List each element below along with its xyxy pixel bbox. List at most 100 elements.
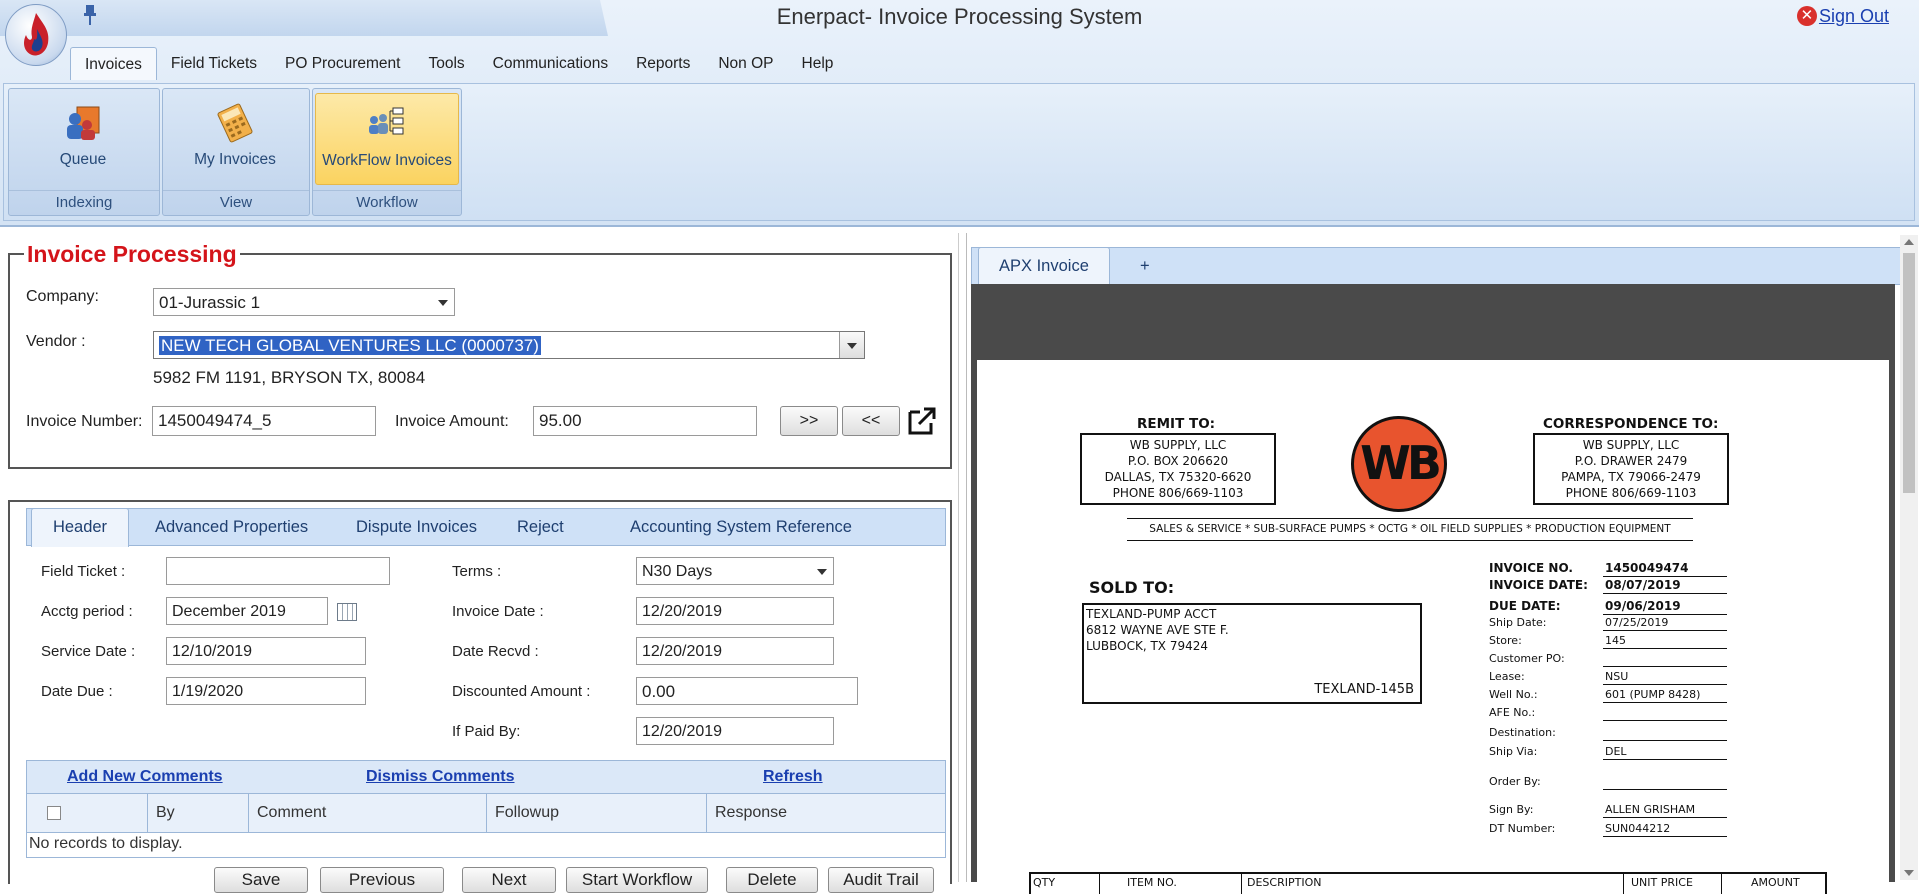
field-label: Ship Date:: [1489, 616, 1547, 629]
field-value: 07/25/2019: [1605, 616, 1669, 629]
menu-invoices[interactable]: Invoices: [70, 47, 157, 80]
company-select[interactable]: 01-Jurassic 1: [153, 288, 455, 316]
field-label: Lease:: [1489, 670, 1525, 683]
tab-dispute-invoices[interactable]: Dispute Invoices: [356, 509, 477, 545]
field-underline: [1603, 684, 1727, 685]
field-label: AFE No.:: [1489, 706, 1536, 719]
invoice-date-input[interactable]: 12/20/2019: [636, 597, 834, 625]
field-value: 145: [1605, 634, 1626, 647]
service-date-input[interactable]: 12/10/2019: [166, 637, 366, 665]
menu-field-tickets[interactable]: Field Tickets: [157, 47, 271, 79]
field-underline: [1603, 630, 1727, 631]
previous-invoice-button[interactable]: <<: [842, 406, 900, 436]
service-date-label: Service Date :: [41, 643, 136, 660]
menu-help[interactable]: Help: [788, 47, 848, 79]
column-by[interactable]: By: [148, 794, 249, 832]
field-underline: [1603, 740, 1727, 741]
table-header-unit-price: UNIT PRICE: [1631, 876, 1693, 889]
field-underline: [1603, 702, 1727, 703]
refresh-link[interactable]: Refresh: [763, 768, 823, 786]
divider: [1127, 540, 1693, 541]
save-button[interactable]: Save: [214, 867, 308, 893]
add-new-comments-link[interactable]: Add New Comments: [67, 768, 223, 786]
select-all-column: [27, 794, 148, 832]
menu-tools[interactable]: Tools: [414, 47, 478, 79]
company-label: Company:: [26, 288, 99, 305]
correspondence-box: WB SUPPLY, LLC P.O. DRAWER 2479 PAMPA, T…: [1533, 433, 1729, 505]
vendor-address: 5982 FM 1191, BRYSON TX, 80084: [153, 368, 426, 387]
tab-header[interactable]: Header: [31, 508, 129, 547]
open-external-icon[interactable]: [906, 406, 938, 436]
date-due-input[interactable]: 1/19/2020: [166, 677, 366, 705]
date-recvd-input[interactable]: 12/20/2019: [636, 637, 834, 665]
select-all-checkbox[interactable]: [47, 806, 61, 820]
invoice-form-pane: Invoice Processing Company: 01-Jurassic …: [4, 233, 959, 884]
dismiss-comments-link[interactable]: Dismiss Comments: [366, 768, 515, 786]
main-menu: Invoices Field Tickets PO Procurement To…: [70, 47, 847, 81]
acctg-period-input[interactable]: December 2019: [166, 597, 328, 625]
tab-apx-invoice[interactable]: APX Invoice: [978, 247, 1110, 286]
discounted-amount-input[interactable]: 0.00: [636, 677, 858, 705]
invoice-amount-input[interactable]: 95.00: [533, 406, 757, 436]
scroll-down-icon[interactable]: [1904, 870, 1914, 876]
column-response[interactable]: Response: [707, 794, 943, 832]
scroll-thumb[interactable]: [1903, 253, 1915, 493]
next-invoice-button[interactable]: >>: [780, 406, 838, 436]
previous-button[interactable]: Previous: [320, 867, 444, 893]
menu-non-op[interactable]: Non OP: [704, 47, 787, 79]
column-followup[interactable]: Followup: [487, 794, 707, 832]
menu-communications[interactable]: Communications: [479, 47, 622, 79]
invoice-number-input[interactable]: 1450049474_5: [152, 406, 376, 436]
app-header: Enerpact- Invoice Processing System ✕ Sig…: [0, 0, 1919, 227]
column-comment[interactable]: Comment: [249, 794, 487, 832]
field-underline: [1603, 817, 1727, 818]
vendor-dropdown-button[interactable]: [839, 332, 864, 358]
correspondence-line: PAMPA, TX 79066-2479: [1561, 470, 1701, 484]
queue-button[interactable]: Queue: [11, 93, 155, 183]
field-value: NSU: [1605, 670, 1629, 683]
ribbon-group-indexing: Queue Indexing: [8, 88, 160, 216]
field-underline: [1603, 614, 1727, 615]
pdf-viewer[interactable]: REMIT TO: WB SUPPLY, LLC P.O. BOX 206620…: [971, 284, 1895, 894]
menu-po-procurement[interactable]: PO Procurement: [271, 47, 414, 79]
invoice-page: REMIT TO: WB SUPPLY, LLC P.O. BOX 206620…: [977, 360, 1889, 894]
app-title: Enerpact- Invoice Processing System: [776, 4, 1143, 29]
field-value: 08/07/2019: [1605, 578, 1681, 592]
tab-accounting-system-reference[interactable]: Accounting System Reference: [630, 509, 852, 545]
workflow-invoices-button[interactable]: WorkFlow Invoices: [315, 93, 459, 185]
tab-reject[interactable]: Reject: [517, 509, 564, 545]
ribbon: Queue Indexing My Invoices View WorkFlow…: [3, 83, 1915, 221]
field-ticket-label: Field Ticket :: [41, 563, 126, 580]
start-workflow-button[interactable]: Start Workflow: [566, 867, 708, 893]
date-due-label: Date Due :: [41, 683, 113, 700]
field-underline: [1603, 648, 1727, 649]
viewer-scrollbar[interactable]: [1900, 235, 1918, 880]
field-ticket-input[interactable]: [166, 557, 390, 585]
vendor-select[interactable]: NEW TECH GLOBAL VENTURES LLC (0000737): [153, 331, 865, 359]
next-button[interactable]: Next: [462, 867, 556, 893]
correspondence-line: WB SUPPLY, LLC: [1582, 438, 1680, 452]
correspondence-line: P.O. DRAWER 2479: [1574, 454, 1688, 468]
correspondence-title: CORRESPONDENCE TO:: [1543, 416, 1719, 432]
my-invoices-label: My Invoices: [194, 151, 276, 168]
queue-icon: [63, 103, 103, 143]
sign-out-link[interactable]: ✕ Sign Out: [1796, 6, 1889, 27]
field-underline: [1603, 720, 1727, 721]
my-invoices-button[interactable]: My Invoices: [165, 93, 305, 183]
audit-trail-button[interactable]: Audit Trail: [828, 867, 934, 893]
calendar-icon[interactable]: [337, 603, 357, 621]
menu-reports[interactable]: Reports: [622, 47, 704, 79]
field-value: 09/06/2019: [1605, 599, 1681, 613]
tab-advanced-properties[interactable]: Advanced Properties: [155, 509, 308, 545]
if-paid-by-input[interactable]: 12/20/2019: [636, 717, 834, 745]
viewer-tabs: APX Invoice +: [971, 247, 1901, 286]
scroll-up-icon[interactable]: [1904, 239, 1914, 245]
add-tab-button[interactable]: +: [1140, 248, 1150, 284]
field-underline: [1603, 789, 1727, 790]
vendor-label: Vendor :: [26, 333, 86, 350]
field-value: DEL: [1605, 745, 1627, 758]
delete-button[interactable]: Delete: [726, 867, 818, 893]
tagline: SALES & SERVICE * SUB-SURFACE PUMPS * OC…: [1149, 523, 1671, 535]
terms-select[interactable]: N30 Days: [636, 557, 834, 585]
field-underline: [1603, 593, 1727, 594]
